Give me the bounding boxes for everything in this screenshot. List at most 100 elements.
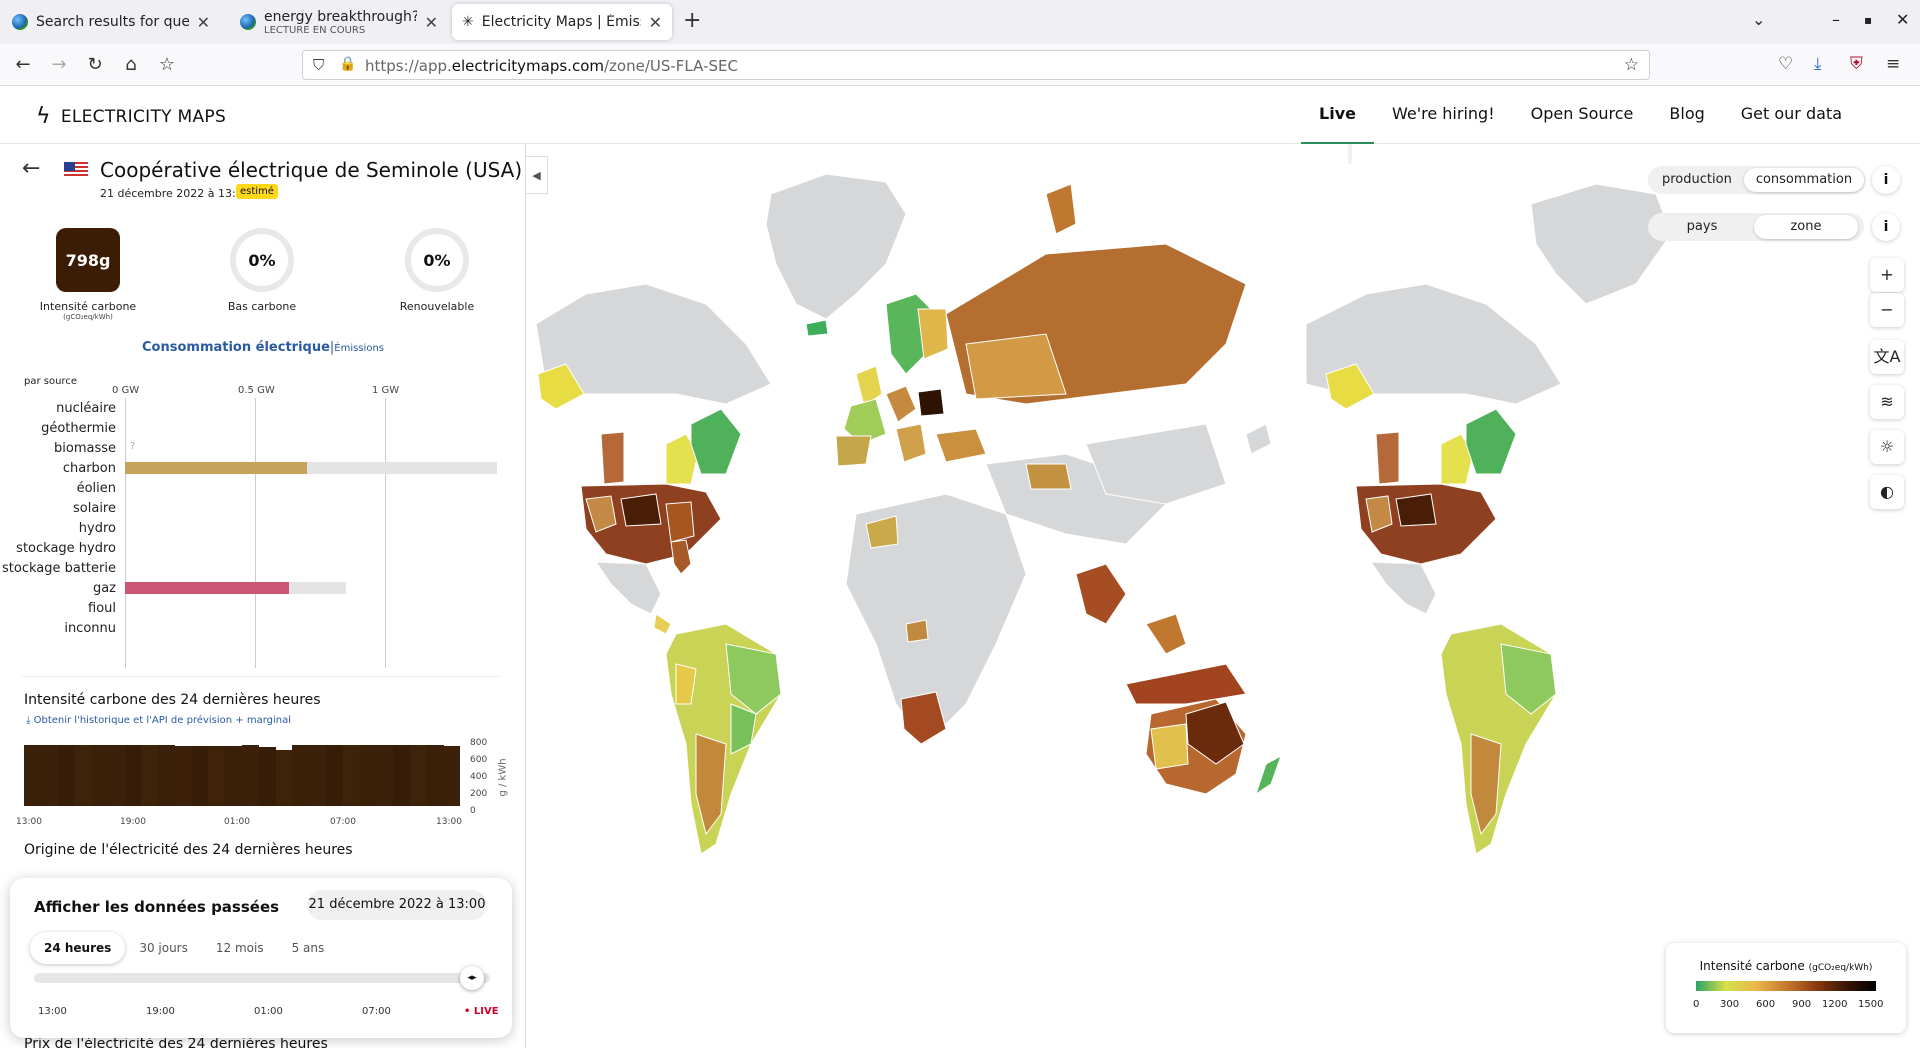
home-icon[interactable]: ⌂	[120, 54, 142, 75]
bookmark-star-icon[interactable]: ☆	[1624, 55, 1639, 75]
collapse-panel-button[interactable]: ◀	[526, 156, 548, 194]
zoom-in-button[interactable]: +	[1870, 258, 1904, 292]
nav-blog[interactable]: Blog	[1651, 86, 1722, 144]
ci-bar[interactable]	[40, 745, 59, 806]
tab-5y[interactable]: 5 ans	[278, 932, 339, 964]
source-row[interactable]: nucléaire	[0, 398, 525, 418]
production-info-button[interactable]: i	[1872, 166, 1900, 194]
ci-bar[interactable]	[242, 745, 260, 806]
time-slider-handle[interactable]: ◂▸	[460, 966, 484, 990]
iceland-region[interactable]	[805, 319, 829, 337]
source-row[interactable]: éolien	[0, 478, 525, 498]
url-bar[interactable]: ⛉ 🔒 https://app.electricitymaps.com/zone…	[302, 50, 1650, 80]
ci-bar[interactable]	[225, 745, 243, 806]
canada-alberta-region-wrap[interactable]	[1375, 431, 1400, 485]
australia-west-region[interactable]	[1150, 723, 1189, 770]
indonesia-region[interactable]	[1125, 663, 1247, 705]
ublock-icon[interactable]: ⛨	[1850, 54, 1863, 74]
ci-24h-chart[interactable]	[24, 740, 461, 806]
ci-bar[interactable]	[208, 745, 226, 806]
turkey-region[interactable]	[935, 428, 987, 463]
lock-icon[interactable]: 🔒	[339, 56, 356, 72]
browser-tab-electricitymaps[interactable]: ✳ Electricity Maps | Émissions ✕	[452, 4, 672, 40]
tab-24h[interactable]: 24 heures	[30, 932, 126, 964]
country-option[interactable]: pays	[1650, 215, 1754, 239]
map-canvas[interactable]	[526, 144, 1920, 1048]
ci-bar[interactable]	[409, 745, 427, 806]
live-indicator[interactable]: • LIVE	[464, 1006, 499, 1017]
ci-bar[interactable]	[24, 745, 42, 806]
wind-layer-button[interactable]: ≋	[1870, 385, 1904, 419]
world-map[interactable]	[526, 144, 1920, 1048]
solar-layer-button[interactable]: ☼	[1870, 430, 1904, 464]
ci-bar[interactable]	[174, 745, 193, 806]
consumption-option[interactable]: consommation	[1743, 168, 1865, 192]
back-arrow-icon[interactable]: ←	[22, 156, 40, 181]
germany-region[interactable]	[885, 385, 917, 423]
pocket-icon[interactable]: ☆	[156, 54, 178, 75]
tab-30d[interactable]: 30 jours	[125, 932, 202, 964]
ci-bar[interactable]	[325, 745, 344, 806]
emissions-tab[interactable]: Émissions	[334, 343, 384, 354]
download-icon[interactable]: ⤓	[1814, 54, 1822, 74]
china-region[interactable]	[1085, 423, 1227, 505]
consumption-tab[interactable]: Consommation électrique	[142, 340, 330, 355]
close-window-icon[interactable]: ✕	[1896, 10, 1909, 29]
time-slider-track[interactable]	[34, 973, 490, 983]
forward-icon[interactable]: →	[48, 54, 70, 75]
new-tab-icon[interactable]: +	[683, 8, 701, 33]
ci-bar[interactable]	[426, 745, 444, 806]
new-zealand-region[interactable]	[1255, 754, 1282, 796]
source-row[interactable]: stockage hydro	[0, 538, 525, 558]
ci-bar[interactable]	[107, 745, 126, 806]
browser-tab-search[interactable]: Search results for query: energy ✕	[2, 4, 220, 40]
usa-midwest-region-wrap[interactable]	[1395, 493, 1437, 527]
ci-bar[interactable]	[359, 745, 377, 806]
india-region[interactable]	[1075, 563, 1127, 625]
nav-live[interactable]: Live	[1301, 86, 1374, 144]
selected-date-pill[interactable]: 21 décembre 2022 à 13:00	[307, 890, 487, 920]
language-button[interactable]: 文A	[1870, 340, 1904, 374]
source-value-bar[interactable]	[125, 462, 307, 474]
zone-info-button[interactable]: i	[1872, 213, 1900, 241]
uk-region[interactable]	[855, 365, 883, 407]
iran-region[interactable]	[1025, 463, 1072, 490]
menu-icon[interactable]: ≡	[1886, 54, 1900, 74]
reload-icon[interactable]: ↻	[84, 54, 106, 75]
nav-open-source[interactable]: Open Source	[1513, 86, 1652, 144]
ci-bar[interactable]	[91, 745, 109, 806]
source-row[interactable]: biomasse?	[0, 438, 525, 458]
greenland-region-wrap[interactable]	[1530, 183, 1672, 305]
ci-bar[interactable]	[258, 746, 277, 806]
poland-region[interactable]	[917, 388, 945, 417]
pocket-save-icon[interactable]: ♡	[1778, 54, 1793, 74]
ci-bar[interactable]	[141, 745, 159, 806]
source-row[interactable]: inconnu	[0, 618, 525, 638]
ci-bar[interactable]	[191, 745, 209, 806]
source-row[interactable]: charbon	[0, 458, 525, 478]
ci-bar[interactable]	[158, 745, 176, 806]
dark-mode-button[interactable]: ◐	[1870, 475, 1904, 509]
usa-east-region[interactable]	[665, 501, 695, 543]
ci-bar[interactable]	[124, 745, 142, 806]
ci-bar[interactable]	[275, 750, 293, 806]
canada-quebec-region-wrap[interactable]	[1465, 408, 1517, 475]
mexico-region-wrap[interactable]	[1370, 561, 1437, 615]
mexico-region[interactable]	[595, 561, 662, 615]
shield-icon[interactable]: ⛉	[313, 56, 324, 74]
history-api-link[interactable]: ⤓ Obtenir l'historique et l'API de prévi…	[26, 715, 291, 726]
zone-option[interactable]: zone	[1754, 215, 1858, 239]
japan-region[interactable]	[1245, 423, 1272, 455]
source-row[interactable]: hydro	[0, 518, 525, 538]
maximize-icon[interactable]: ▪	[1864, 13, 1872, 27]
close-icon[interactable]: ✕	[197, 13, 210, 32]
ci-bar[interactable]	[392, 745, 411, 806]
central-america-region[interactable]	[653, 613, 672, 635]
greenland-region[interactable]	[765, 173, 907, 320]
close-icon[interactable]: ✕	[649, 13, 662, 32]
source-row[interactable]: géothermie	[0, 418, 525, 438]
ci-bar[interactable]	[57, 745, 75, 806]
east-africa-region[interactable]	[905, 619, 929, 643]
ci-bar[interactable]	[443, 746, 461, 806]
ci-bar[interactable]	[74, 745, 92, 806]
